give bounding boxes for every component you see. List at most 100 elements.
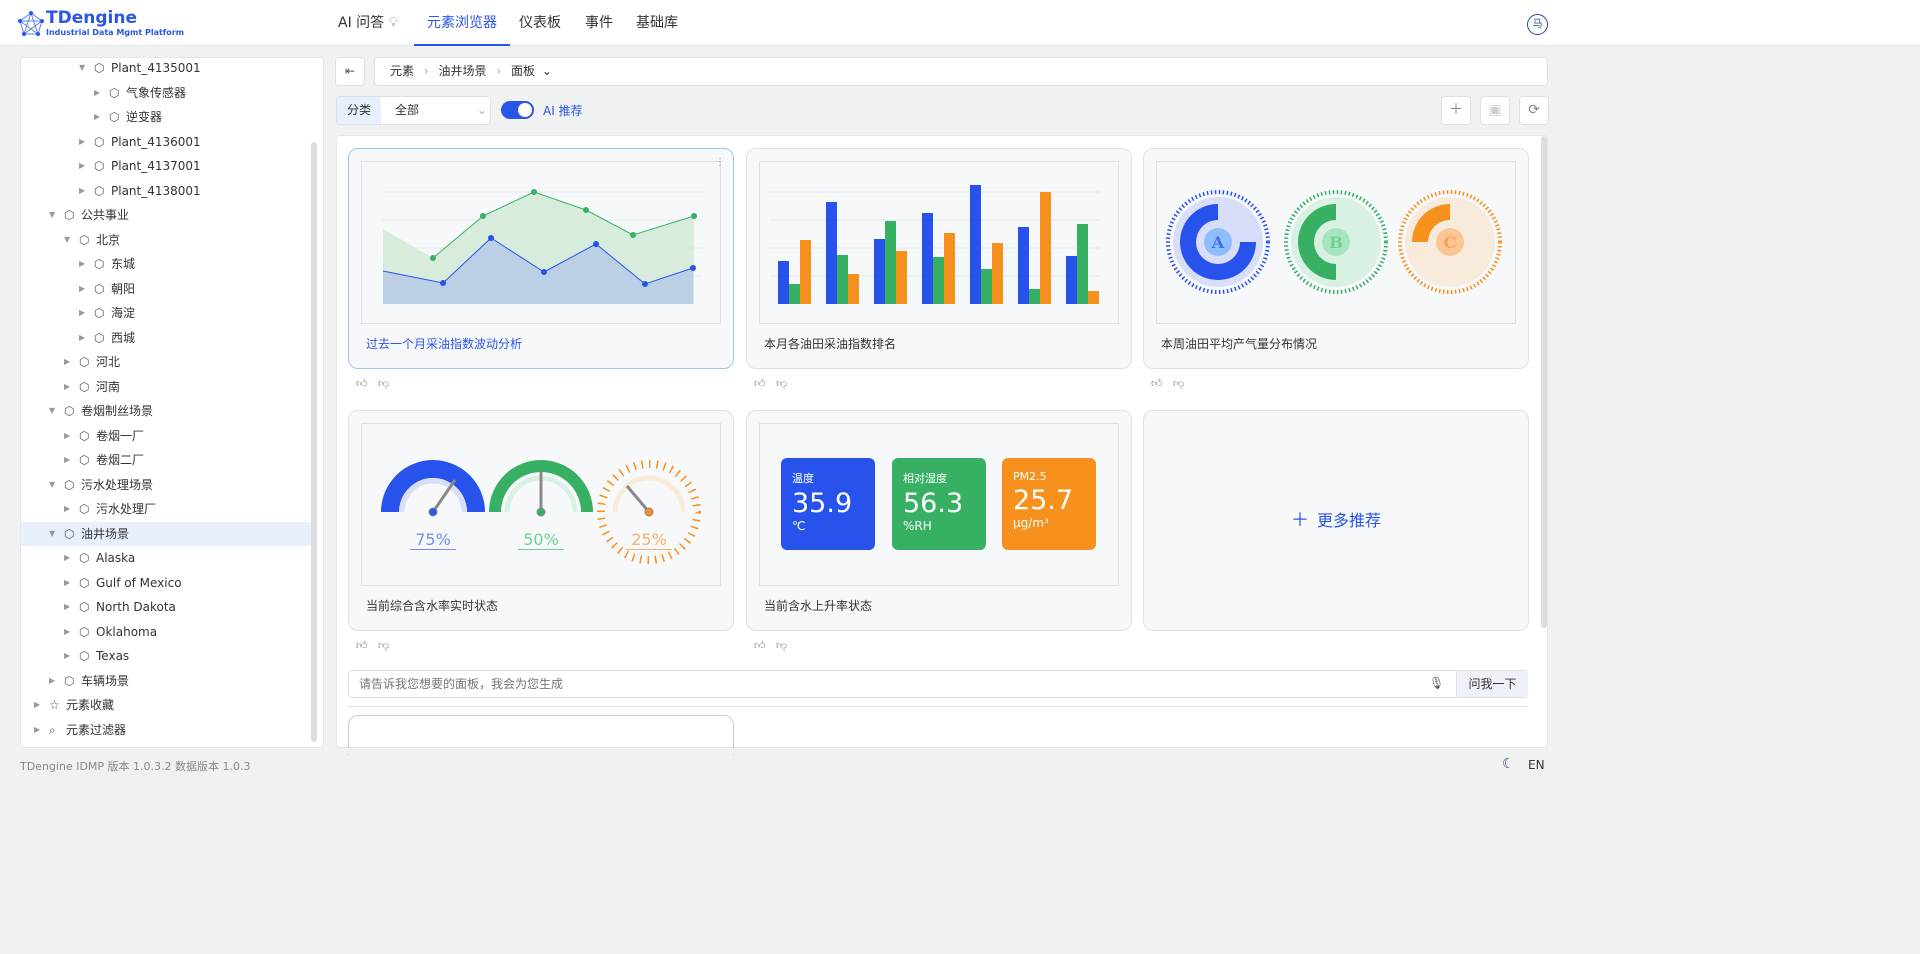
tree-item[interactable]: ▶ ⬡ 河北 bbox=[21, 350, 311, 374]
tree-item[interactable]: ▶ ⬡ 逆变器 bbox=[21, 105, 311, 129]
nav-ai-qa[interactable]: AI 问答 💡︎ bbox=[338, 0, 398, 46]
thumbs-down-icon[interactable]: 👎︎ bbox=[776, 377, 787, 390]
thumbs-up-icon[interactable]: 👍︎ bbox=[356, 377, 368, 390]
thumbs-down-icon[interactable]: 👎︎ bbox=[378, 377, 389, 390]
caret-right-icon[interactable]: ▶ bbox=[34, 718, 40, 742]
panel-card[interactable]: 75% 50% 25% 当前综合含水率实时状态 bbox=[348, 410, 734, 631]
panel-card[interactable]: 本月各油田采油指数排名 bbox=[746, 148, 1132, 369]
caret-right-icon[interactable]: ▶ bbox=[49, 669, 55, 693]
caret-right-icon[interactable]: ▶ bbox=[94, 105, 100, 129]
thumbs-up-icon[interactable]: 👍︎ bbox=[356, 639, 368, 652]
tree-item[interactable]: ▶ ⬡ Texas bbox=[21, 644, 311, 668]
caret-right-icon[interactable]: ▶ bbox=[64, 350, 70, 374]
tree-item[interactable]: ▶ ⬡ 卷烟二厂 bbox=[21, 448, 311, 472]
nav-library[interactable]: 基础库 bbox=[636, 0, 678, 46]
tree-item[interactable]: ▶ ⬡ 卷烟一厂 bbox=[21, 424, 311, 448]
caret-right-icon[interactable]: ▶ bbox=[64, 644, 70, 668]
caret-right-icon[interactable]: ▶ bbox=[34, 693, 40, 717]
content-scrollbar[interactable] bbox=[1541, 136, 1547, 628]
thumbs-up-icon[interactable]: 👍︎ bbox=[754, 639, 766, 652]
tree-item[interactable]: ▶ ⬡ 河南 bbox=[21, 375, 311, 399]
tree-item[interactable]: ▶ ⌕ 元素过滤器 bbox=[21, 718, 311, 742]
category-select[interactable]: 分类 全部 ⌄ bbox=[336, 96, 491, 125]
dark-mode-icon[interactable]: ☾ bbox=[1502, 756, 1515, 772]
user-avatar[interactable]: 马 bbox=[1527, 14, 1548, 35]
nav-dashboard[interactable]: 仪表板 bbox=[519, 0, 561, 46]
thumbs-down-icon[interactable]: 👎︎ bbox=[378, 639, 389, 652]
caret-down-icon[interactable]: ▼ bbox=[49, 203, 55, 227]
breadcrumb-item[interactable]: 元素 bbox=[390, 64, 414, 78]
caret-right-icon[interactable]: ▶ bbox=[79, 252, 85, 276]
prompt-input[interactable] bbox=[349, 671, 1455, 697]
caret-right-icon[interactable]: ▶ bbox=[79, 277, 85, 301]
caret-right-icon[interactable]: ▶ bbox=[79, 301, 85, 325]
more-recommendations-button[interactable]: ＋ 更多推荐 bbox=[1143, 410, 1529, 631]
tree-item[interactable]: ▶ ☆ 元素收藏 bbox=[21, 693, 311, 717]
tree-item[interactable]: ▼ ⬡ 北京 bbox=[21, 228, 311, 252]
tree-item[interactable]: ▶ ⬡ 污水处理厂 bbox=[21, 497, 311, 521]
tree-item[interactable]: ▶ ⬡ Plant_4136001 bbox=[21, 130, 311, 154]
tree-item[interactable]: ▼ ⬡ 卷烟制丝场景 bbox=[21, 399, 311, 423]
panel-card[interactable]: ⋮ 过去一个月采油指数波动分析 bbox=[348, 148, 734, 369]
save-button[interactable]: ▣ bbox=[1480, 96, 1510, 125]
caret-down-icon[interactable]: ▼ bbox=[64, 228, 70, 252]
caret-right-icon[interactable]: ▶ bbox=[64, 375, 70, 399]
caret-right-icon[interactable]: ▶ bbox=[64, 546, 70, 570]
language-switch[interactable]: EN bbox=[1528, 758, 1545, 772]
donut-label: A bbox=[1211, 233, 1225, 252]
more-menu-icon[interactable]: ⋮ bbox=[715, 157, 725, 168]
tree-item-label: 污水处理场景 bbox=[81, 477, 154, 492]
tree-item[interactable]: ▶ ⬡ Alaska bbox=[21, 546, 311, 570]
tree-item[interactable]: ▶ ⬡ 西城 bbox=[21, 326, 311, 350]
tree-item[interactable]: ▼ ⬡ 油井场景 bbox=[21, 521, 311, 546]
chevron-down-icon[interactable]: ⌄ bbox=[542, 64, 552, 78]
refresh-button[interactable]: ⟳ bbox=[1519, 96, 1549, 125]
ask-button[interactable]: 问我一下 bbox=[1456, 671, 1528, 697]
tree-item[interactable]: ▶ ⬡ Plant_4137001 bbox=[21, 154, 311, 178]
gauge-value: 75% bbox=[410, 530, 456, 550]
caret-right-icon[interactable]: ▶ bbox=[79, 179, 85, 203]
thumbs-down-icon[interactable]: 👎︎ bbox=[1173, 377, 1184, 390]
caret-right-icon[interactable]: ▶ bbox=[94, 81, 100, 105]
caret-right-icon[interactable]: ▶ bbox=[64, 571, 70, 595]
microphone-icon[interactable]: 🎙︎ bbox=[1429, 676, 1444, 690]
caret-right-icon[interactable]: ▶ bbox=[64, 448, 70, 472]
breadcrumb-item[interactable]: 油井场景 bbox=[438, 64, 486, 78]
tree-item[interactable]: ▶ ⬡ 气象传感器 bbox=[21, 81, 311, 105]
caret-right-icon[interactable]: ▶ bbox=[64, 595, 70, 619]
tree-item[interactable]: ▼ ⬡ 污水处理场景 bbox=[21, 473, 311, 497]
nav-element-browser[interactable]: 元素浏览器 bbox=[414, 0, 510, 46]
caret-down-icon[interactable]: ▼ bbox=[79, 58, 85, 80]
breadcrumb-item[interactable]: 面板 bbox=[511, 64, 535, 78]
tree-item[interactable]: ▶ ⬡ 海淀 bbox=[21, 301, 311, 325]
caret-down-icon[interactable]: ▼ bbox=[49, 473, 55, 497]
tree-scrollbar[interactable] bbox=[311, 142, 317, 742]
caret-right-icon[interactable]: ▶ bbox=[79, 326, 85, 350]
add-button[interactable]: ＋ bbox=[1441, 96, 1471, 125]
bar bbox=[800, 240, 811, 304]
tree-item[interactable]: ▶ ⬡ 朝阳 bbox=[21, 277, 311, 301]
tree-item[interactable]: ▶ ⬡ Oklahoma bbox=[21, 620, 311, 644]
panel-card[interactable]: A B C 本周油田平均产气量分布情况 bbox=[1143, 148, 1529, 369]
thumbs-up-icon[interactable]: 👍︎ bbox=[1151, 377, 1163, 390]
favorites-icon: ☆ bbox=[49, 698, 60, 712]
tree-item[interactable]: ▼ ⬡ Plant_4135001 bbox=[21, 58, 311, 80]
thumbs-up-icon[interactable]: 👍︎ bbox=[754, 377, 766, 390]
tree-item[interactable]: ▶ ⬡ 车辆场景 bbox=[21, 669, 311, 693]
collapse-sidebar-button[interactable]: ⇤ bbox=[335, 57, 365, 86]
ai-recommend-toggle[interactable] bbox=[501, 101, 534, 119]
tree-item[interactable]: ▶ ⬡ 东城 bbox=[21, 252, 311, 276]
caret-right-icon[interactable]: ▶ bbox=[64, 497, 70, 521]
caret-down-icon[interactable]: ▼ bbox=[49, 522, 55, 546]
caret-right-icon[interactable]: ▶ bbox=[79, 130, 85, 154]
tree-item[interactable]: ▶ ⬡ North Dakota bbox=[21, 595, 311, 619]
tree-item[interactable]: ▼ ⬡ 公共事业 bbox=[21, 203, 311, 227]
caret-right-icon[interactable]: ▶ bbox=[79, 154, 85, 178]
caret-right-icon[interactable]: ▶ bbox=[64, 424, 70, 448]
caret-right-icon[interactable]: ▶ bbox=[64, 620, 70, 644]
caret-down-icon[interactable]: ▼ bbox=[49, 399, 55, 423]
thumbs-down-icon[interactable]: 👎︎ bbox=[776, 639, 787, 652]
nav-events[interactable]: 事件 bbox=[585, 0, 613, 46]
tree-item[interactable]: ▶ ⬡ Gulf of Mexico bbox=[21, 571, 311, 595]
tree-item[interactable]: ▶ ⬡ Plant_4138001 bbox=[21, 179, 311, 203]
